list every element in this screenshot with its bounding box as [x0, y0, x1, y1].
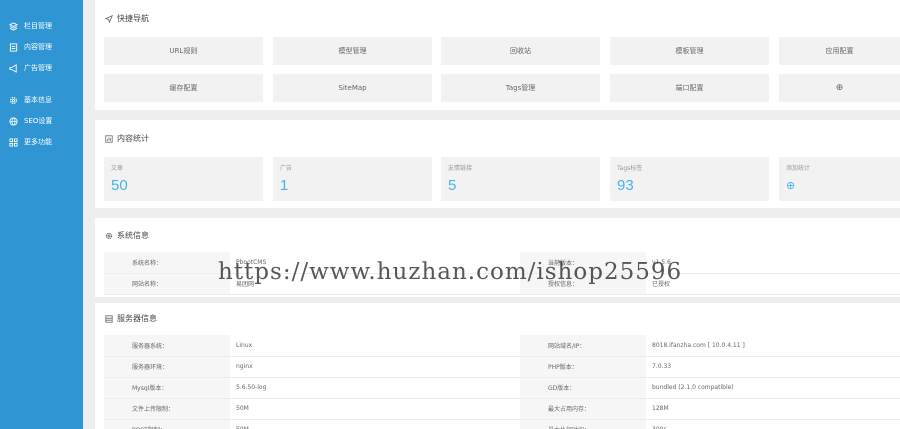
table-cell: 8018.ifanzha.com [ 10.0.4.11 ]: [646, 335, 900, 357]
stat-value: 93: [617, 177, 634, 194]
table-cell: 网站域名/IP：: [520, 335, 646, 357]
table-row: Mysql版本： 5.6.50-log GD版本： bundled (2.1.0…: [104, 377, 900, 399]
globe-icon: [8, 116, 18, 126]
quicknav-sitemap-button[interactable]: SiteMap: [273, 74, 432, 102]
sidebar-item-columns[interactable]: 栏目管理: [8, 21, 52, 31]
stat-value: 5: [448, 177, 457, 194]
server-info-panel: 服务器信息 服务器系统： Linux 网站域名/IP： 8018.ifanzha…: [95, 303, 900, 429]
table-cell: 50M: [230, 419, 520, 429]
stats-title: 内容统计: [104, 133, 149, 144]
table-cell: v1.5.6: [646, 252, 900, 274]
table-row: 服务器系统： Linux 网站域名/IP： 8018.ifanzha.com […: [104, 335, 900, 357]
stat-card-links[interactable]: 友情链接 5: [441, 157, 600, 201]
stat-label: 文章: [111, 165, 124, 172]
stats-panel: 内容统计 文章 50 广告 1 友情链接 5 Tags标签 93 添加统计 ⊕: [95, 120, 900, 208]
table-cell: nginx: [230, 356, 520, 378]
table-row: 文件上传限制： 50M 最大占用内存： 128M: [104, 398, 900, 420]
quicknav-models-button[interactable]: 模型管理: [273, 37, 432, 65]
quicknav-title: 快捷导航: [104, 13, 149, 24]
table-cell: 系统名称：: [104, 252, 230, 274]
table-cell: 最大占用内存：: [520, 398, 646, 420]
table-cell: 网站名称：: [104, 273, 230, 295]
quicknav-cache-config-button[interactable]: 缓存配置: [104, 74, 263, 102]
chart-icon: [104, 134, 113, 143]
stat-card-tags[interactable]: Tags标签 93: [610, 157, 769, 201]
quicknav-templates-button[interactable]: 模板管理: [610, 37, 769, 65]
quicknav-url-rules-button[interactable]: URL规则: [104, 37, 263, 65]
table-cell: 服务器环境：: [104, 356, 230, 378]
sidebar-item-ads[interactable]: 广告管理: [8, 63, 52, 73]
table-cell: Mysql版本：: [104, 377, 230, 399]
table-cell: POST限制：: [104, 419, 230, 429]
table-cell: 授权信息：: [520, 273, 646, 295]
stat-label: Tags标签: [617, 165, 643, 172]
document-icon: [8, 42, 18, 52]
server-info-table: 服务器系统： Linux 网站域名/IP： 8018.ifanzha.com […: [104, 335, 900, 429]
sidebar-item-label: 广告管理: [24, 64, 52, 72]
stat-card-ads[interactable]: 广告 1: [273, 157, 432, 201]
table-cell: 已授权: [646, 273, 900, 295]
send-icon: [104, 14, 113, 23]
table-row: 系统名称： PbootCMS 当前版本： v1.5.6: [104, 252, 900, 274]
stat-label: 广告: [280, 165, 293, 172]
quicknav-app-config-button[interactable]: 应用配置: [779, 37, 900, 65]
stat-value: 50: [111, 177, 128, 194]
table-row: 网站名称： 易团网 授权信息： 已授权: [104, 273, 900, 295]
sidebar-item-label: 栏目管理: [24, 22, 52, 30]
table-cell: bundled (2.1.0 compatible): [646, 377, 900, 399]
sidebar-item-label: SEO设置: [24, 117, 53, 125]
stat-label: 添加统计: [786, 165, 811, 172]
quicknav-port-config-button[interactable]: 端口配置: [610, 74, 769, 102]
stat-card-add[interactable]: 添加统计 ⊕: [779, 157, 900, 201]
table-cell: 易团网: [230, 273, 520, 295]
main-content: 快捷导航 URL规则 模型管理 回收站 模板管理 应用配置 缓存配置 SiteM…: [95, 0, 900, 429]
table-cell: 5.6.50-log: [230, 377, 520, 399]
stat-card-articles[interactable]: 文章 50: [104, 157, 263, 201]
quicknav-tags-button[interactable]: Tags管理: [441, 74, 600, 102]
sidebar-item-label: 更多功能: [24, 138, 52, 146]
table-cell: 文件上传限制：: [104, 398, 230, 420]
server-info-title: 服务器信息: [104, 313, 157, 324]
gear-icon: [8, 95, 18, 105]
sidebar-item-label: 内容管理: [24, 43, 52, 51]
grid-icon: [8, 137, 18, 147]
server-icon: [104, 314, 113, 323]
gear-icon: [104, 231, 113, 240]
sidebar-item-seo[interactable]: SEO设置: [8, 116, 52, 126]
sidebar-item-more[interactable]: 更多功能: [8, 137, 52, 147]
system-info-table: 系统名称： PbootCMS 当前版本： v1.5.6 网站名称： 易团网 授权…: [104, 252, 900, 295]
quicknav-recycle-bin-button[interactable]: 回收站: [441, 37, 600, 65]
stat-label: 友情链接: [448, 165, 473, 172]
table-row: POST限制： 50M 最大执行时间： 300s: [104, 419, 900, 429]
table-cell: 128M: [646, 398, 900, 420]
table-cell: PbootCMS: [230, 252, 520, 274]
quicknav-add-button[interactable]: ⊕: [779, 74, 900, 102]
sidebar-item-basic-info[interactable]: 基本信息: [8, 95, 52, 105]
add-stat-icon: ⊕: [786, 180, 796, 192]
table-cell: 当前版本：: [520, 252, 646, 274]
layers-icon: [8, 21, 18, 31]
system-info-panel: 系统信息 系统名称： PbootCMS 当前版本： v1.5.6 网站名称： 易…: [95, 218, 900, 297]
system-info-title: 系统信息: [104, 230, 149, 241]
sidebar-item-content[interactable]: 内容管理: [8, 42, 52, 52]
table-cell: 服务器系统：: [104, 335, 230, 357]
megaphone-icon: [8, 63, 18, 73]
stat-value: 1: [280, 177, 289, 194]
table-cell: 最大执行时间：: [520, 419, 646, 429]
table-cell: 7.0.33: [646, 356, 900, 378]
table-cell: 50M: [230, 398, 520, 420]
sidebar-item-label: 基本信息: [24, 96, 52, 104]
table-cell: 300s: [646, 419, 900, 429]
sidebar: 栏目管理 内容管理 广告管理 基本信息 SEO设置 更多功能: [0, 0, 83, 429]
quicknav-panel: 快捷导航 URL规则 模型管理 回收站 模板管理 应用配置 缓存配置 SiteM…: [95, 0, 900, 110]
table-cell: GD版本：: [520, 377, 646, 399]
table-row: 服务器环境： nginx PHP版本： 7.0.33: [104, 356, 900, 378]
table-cell: Linux: [230, 335, 520, 357]
table-cell: PHP版本：: [520, 356, 646, 378]
